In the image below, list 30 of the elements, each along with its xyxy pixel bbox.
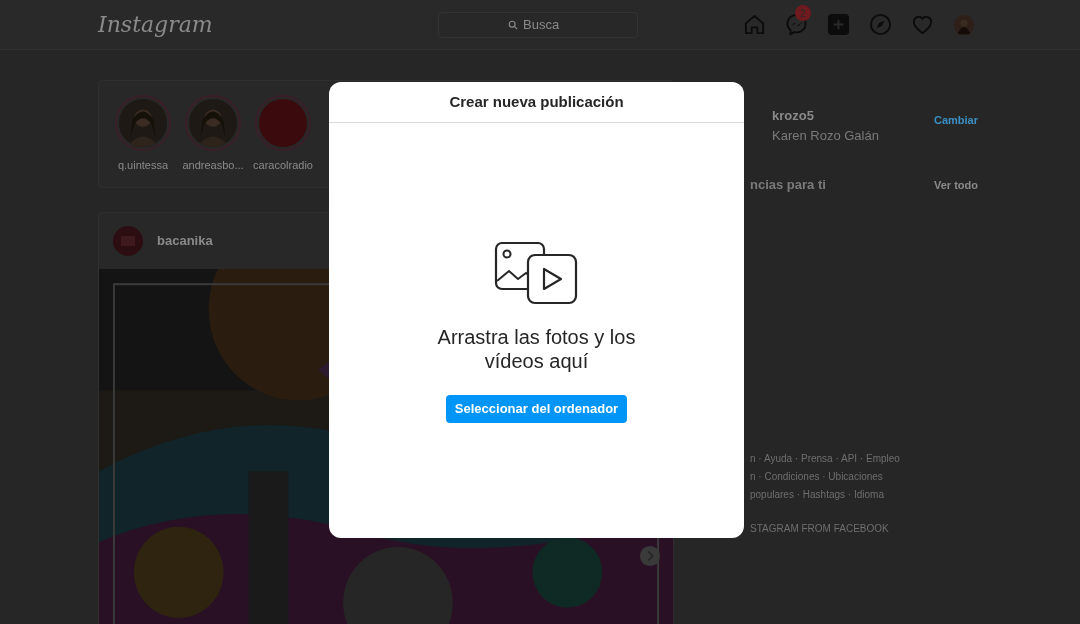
profile-full-name: Karen Rozo Galán: [772, 126, 879, 145]
suggestions-title: ncias para ti: [750, 176, 826, 194]
notification-badge: 2: [795, 5, 811, 21]
story-username[interactable]: andreasbo...: [182, 156, 244, 174]
logo[interactable]: Instagram: [98, 8, 438, 41]
new-post-icon[interactable]: [827, 13, 850, 36]
dialog-title: Crear nueva publicación: [449, 91, 624, 112]
home-icon[interactable]: [743, 13, 766, 36]
footer-links: n · Condiciones · Ubicaciones: [750, 469, 884, 484]
footer-links: populares · Hashtags · Idioma: [750, 487, 885, 502]
photo-video-icon: [493, 241, 580, 307]
select-from-computer-button[interactable]: Seleccionar del ordenador: [445, 395, 628, 423]
profile-username[interactable]: krozo5: [772, 106, 879, 126]
profile-avatar[interactable]: [953, 13, 975, 36]
see-all-link[interactable]: Ver todo: [934, 176, 978, 193]
story-avatar[interactable]: [115, 94, 171, 151]
story-username[interactable]: q.uintessa: [117, 156, 169, 174]
post-author[interactable]: bacanika: [157, 231, 213, 251]
heart-icon[interactable]: [911, 13, 934, 36]
compass-icon[interactable]: [869, 13, 892, 36]
footer-links: n · Ayuda · Prensa · API · Empleo: [750, 451, 901, 466]
story-avatar[interactable]: [255, 94, 311, 151]
search-icon: [508, 19, 518, 30]
author-avatar[interactable]: [113, 226, 143, 256]
story-username[interactable]: caracolradio: [253, 156, 313, 174]
drag-message: Arrastra las fotos y los vídeos aquí: [436, 325, 637, 373]
copyright-text: STAGRAM FROM FACEBOOK: [750, 521, 890, 536]
switch-link[interactable]: Cambiar: [933, 112, 978, 129]
search-field[interactable]: Busca: [438, 11, 638, 38]
story-avatar[interactable]: [185, 94, 241, 151]
